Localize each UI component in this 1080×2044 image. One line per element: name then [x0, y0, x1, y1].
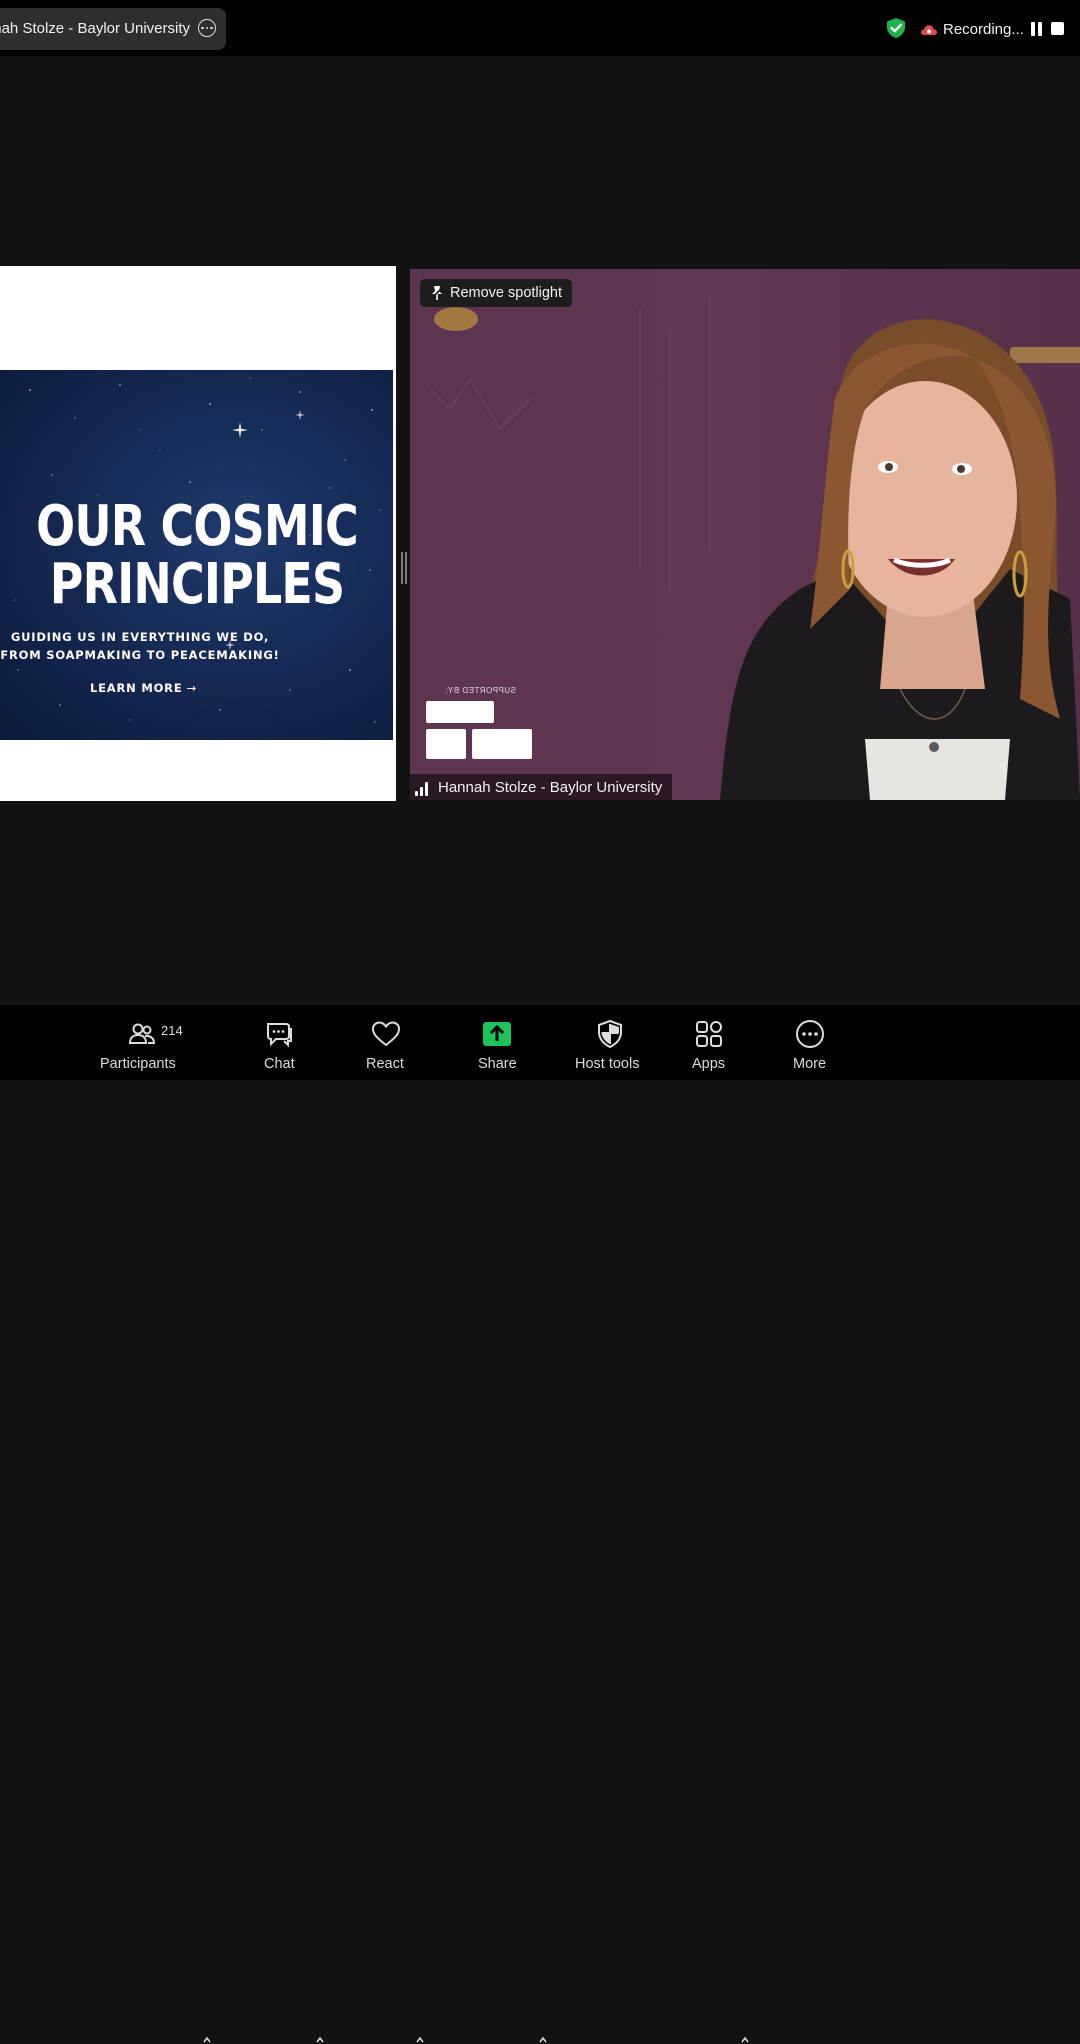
more-icon	[796, 1020, 824, 1048]
shared-screen[interactable]: OUR COSMIC PRINCIPLES GUIDING US IN EVER…	[0, 266, 396, 801]
signal-strength-icon	[415, 782, 433, 796]
sponsor-logo-3	[472, 729, 532, 759]
react-label: React	[366, 1056, 404, 1072]
chevron-up-icon[interactable]	[203, 2036, 211, 2044]
participants-button[interactable]: 214 Participants	[100, 1005, 184, 1080]
chevron-up-icon[interactable]	[416, 2036, 424, 2044]
share-label: Share	[478, 1056, 517, 1072]
share-button[interactable]: Share	[478, 1005, 518, 1080]
host-tools-label: Host tools	[575, 1056, 640, 1072]
shield-icon	[598, 1019, 622, 1049]
banner-title-line1: OUR COSMIC	[36, 494, 359, 559]
pin-icon	[430, 286, 444, 300]
share-screen-icon	[483, 1022, 511, 1046]
chevron-up-icon[interactable]	[741, 2036, 749, 2044]
supported-by-label: SUPPORTED BY:	[445, 686, 516, 695]
heart-icon	[371, 1021, 401, 1047]
learn-more-label: LEARN MORE	[90, 681, 183, 695]
stop-recording-icon[interactable]	[1051, 22, 1064, 35]
arrow-right-icon: →	[186, 681, 197, 695]
top-bar: Hannah Stolze - Baylor University Record…	[0, 0, 1080, 56]
encryption-shield-icon[interactable]	[885, 17, 907, 39]
apps-label: Apps	[692, 1056, 726, 1072]
participant-name: Hannah Stolze - Baylor University	[438, 779, 663, 796]
speaker-video-scene	[429, 299, 1080, 800]
cloud-recording-icon	[920, 25, 937, 35]
learn-more-link[interactable]: LEARN MORE →	[90, 681, 197, 695]
remove-spotlight-label: Remove spotlight	[450, 285, 563, 301]
remove-spotlight-button[interactable]: Remove spotlight	[420, 279, 573, 307]
react-button[interactable]: React	[366, 1005, 406, 1080]
chat-label: Chat	[264, 1056, 295, 1072]
participants-icon	[128, 1023, 156, 1044]
participants-label: Participants	[100, 1056, 176, 1072]
sponsor-logo-1	[426, 701, 494, 723]
meeting-name-pill[interactable]: Hannah Stolze - Baylor University	[0, 8, 226, 50]
chat-button[interactable]: Chat	[262, 1005, 298, 1080]
meeting-name: Hannah Stolze - Baylor University	[0, 20, 190, 37]
recording-status: Recording...	[943, 21, 1024, 38]
chevron-up-icon[interactable]	[539, 2036, 547, 2044]
banner-title-line2: PRINCIPLES	[49, 552, 345, 617]
sponsor-logo-2	[426, 729, 466, 759]
participant-count: 214	[161, 1023, 183, 1038]
speaker-video[interactable]: Remove spotlight SUPPORTED BY: Hannah St…	[410, 269, 1080, 800]
pause-recording-icon[interactable]	[1030, 22, 1044, 36]
chevron-up-icon[interactable]	[316, 2036, 324, 2044]
chat-icon	[267, 1023, 292, 1048]
apps-icon	[696, 1021, 722, 1047]
banner-subtitle-line1: GUIDING US IN EVERYTHING WE DO,	[10, 630, 270, 644]
cosmic-principles-banner: OUR COSMIC PRINCIPLES GUIDING US IN EVER…	[0, 370, 393, 740]
participant-name-caption: Hannah Stolze - Baylor University	[410, 774, 672, 800]
banner-subtitle-line2: FROM SOAPMAKING TO PEACEMAKING!	[0, 648, 280, 662]
more-button[interactable]: More	[790, 1005, 830, 1080]
meeting-toolbar: 214 Participants Chat React Share Host t…	[0, 1005, 1080, 2043]
apps-button[interactable]: Apps	[690, 1005, 730, 1080]
split-view-resize-handle[interactable]	[401, 552, 407, 584]
more-label: More	[793, 1056, 827, 1072]
more-options-icon[interactable]	[198, 19, 216, 37]
host-tools-button[interactable]: Host tools	[574, 1005, 646, 1080]
